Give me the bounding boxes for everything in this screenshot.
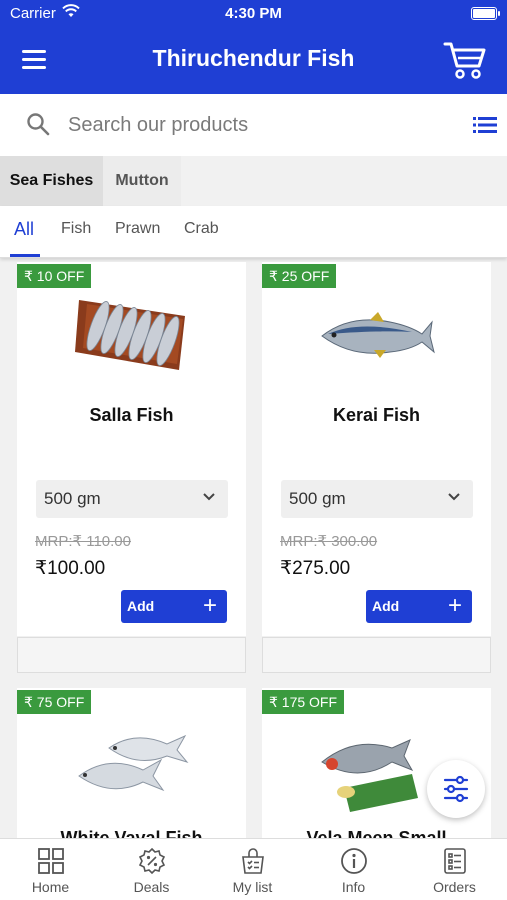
grid-icon: [38, 848, 64, 874]
cart-icon[interactable]: [443, 40, 487, 80]
category-tab-mutton[interactable]: Mutton: [103, 156, 181, 206]
nav-info[interactable]: Info: [303, 839, 404, 900]
app-header: Carrier 4:30 PM Thiruchendur Fish: [0, 0, 507, 94]
add-button-label: Add: [127, 598, 155, 614]
card-footer-strip: [262, 637, 491, 673]
filter-button[interactable]: [427, 760, 485, 818]
discount-badge: ₹ 25 OFF: [262, 264, 337, 288]
chevron-down-icon: [448, 493, 460, 501]
discount-badge: ₹ 75 OFF: [17, 690, 92, 714]
weight-select[interactable]: 500 gm: [36, 480, 228, 518]
weight-select[interactable]: 500 gm: [281, 480, 473, 518]
bottom-nav: Home Deals My list Info Orders: [0, 838, 507, 900]
plus-icon: +: [202, 592, 217, 619]
subcategory-tabs: All Fish Prawn Crab: [0, 206, 507, 258]
nav-orders[interactable]: Orders: [404, 839, 505, 900]
sale-price: ₹275.00: [280, 558, 351, 579]
nav-label: My list: [232, 879, 273, 895]
list-view-icon[interactable]: [473, 116, 497, 134]
info-icon: [341, 848, 367, 874]
battery-icon: [471, 7, 500, 20]
nav-my-list[interactable]: My list: [202, 839, 303, 900]
discount-badge: ₹ 175 OFF: [262, 690, 345, 714]
nav-label: Deals: [133, 879, 170, 895]
deals-badge-icon: [138, 847, 166, 875]
card-footer-strip: [17, 637, 246, 673]
subtab-crab[interactable]: Crab: [184, 220, 219, 238]
search-bar: [0, 94, 507, 156]
shopping-list-icon: [242, 848, 264, 874]
mrp-price: MRP:₹ 110.00: [35, 533, 131, 550]
subtab-prawn[interactable]: Prawn: [115, 220, 160, 238]
nav-deals[interactable]: Deals: [101, 839, 202, 900]
category-tabs: Sea Fishes Mutton: [0, 156, 507, 206]
salla-fish-image: [75, 300, 185, 370]
sale-price: ₹100.00: [35, 558, 106, 579]
weight-value: 500 gm: [289, 489, 346, 508]
plus-icon: +: [447, 592, 462, 619]
orders-list-icon: [444, 848, 466, 874]
product-card[interactable]: ₹ 75 OFF White Vaval Fish: [17, 688, 246, 848]
status-time: 4:30 PM: [225, 5, 282, 22]
subtab-all[interactable]: All: [14, 219, 34, 240]
product-card[interactable]: ₹ 10 OFF Salla Fish 500 gm MRP:₹ 110.00 …: [17, 262, 246, 636]
kerai-fish-image: [321, 312, 435, 358]
filter-sliders-icon: [443, 775, 469, 803]
product-name: Salla Fish: [89, 405, 174, 425]
weight-value: 500 gm: [44, 489, 101, 508]
nav-label: Info: [341, 879, 366, 895]
nav-label: Orders: [433, 879, 476, 895]
add-button-label: Add: [372, 598, 400, 614]
chevron-down-icon: [203, 493, 215, 501]
product-card[interactable]: ₹ 25 OFF Kerai Fish 500 gm MRP:₹ 300.00 …: [262, 262, 491, 636]
add-to-cart-button[interactable]: Add +: [121, 590, 227, 623]
search-input[interactable]: [68, 110, 448, 140]
subtab-fish[interactable]: Fish: [61, 220, 91, 238]
add-to-cart-button[interactable]: Add +: [366, 590, 472, 623]
nav-home[interactable]: Home: [0, 839, 101, 900]
white-vaval-fish-image: [78, 734, 189, 792]
discount-badge: ₹ 10 OFF: [17, 264, 92, 288]
product-name: Kerai Fish: [332, 405, 421, 425]
search-icon: [27, 113, 50, 136]
nav-label: Home: [31, 879, 70, 895]
status-bar: Carrier 4:30 PM: [0, 0, 507, 28]
active-tab-indicator: [10, 254, 40, 257]
app-title: Thiruchendur Fish: [152, 45, 355, 71]
category-tab-sea-fishes[interactable]: Sea Fishes: [0, 156, 103, 206]
mrp-price: MRP:₹ 300.00: [280, 533, 378, 550]
